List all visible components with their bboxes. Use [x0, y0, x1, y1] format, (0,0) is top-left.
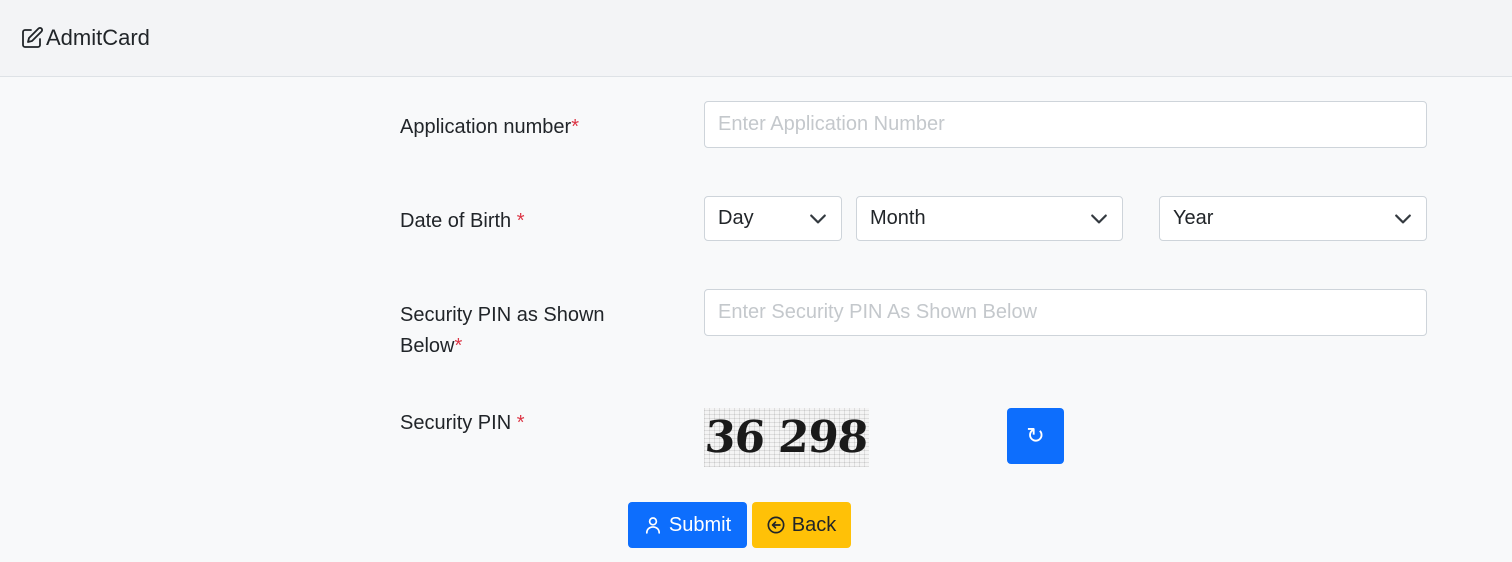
application-number-label: Application number* [400, 112, 660, 143]
required-mark: * [516, 412, 525, 434]
captcha-text: 36 298 [704, 412, 869, 463]
dob-day-select[interactable]: Day [704, 196, 842, 241]
required-mark: * [571, 116, 580, 138]
date-of-birth-label: Date of Birth * [400, 206, 660, 237]
security-pin-input[interactable] [704, 289, 1427, 336]
chevron-down-icon [1395, 214, 1411, 223]
security-pin-label: Security PIN * [400, 408, 660, 439]
submit-label: Submit [668, 513, 732, 536]
brand-title: AdmitCard [46, 25, 150, 50]
brand[interactable]: AdmitCard [20, 25, 150, 51]
captcha-image: 36 298 [704, 408, 869, 467]
required-mark: * [454, 335, 463, 357]
back-label: Back [791, 513, 837, 536]
dob-year-select[interactable]: Year [1159, 196, 1427, 241]
security-pin-label-line1: Security PIN as Shown [400, 304, 605, 326]
dob-year-value: Year [1173, 207, 1214, 229]
security-pin-label-line2: Below [400, 335, 455, 357]
required-mark: * [516, 210, 525, 232]
chevron-down-icon [810, 214, 826, 223]
application-number-label-text: Application number [400, 116, 572, 138]
security-pin-input-label: Security PIN as Shown Below* [400, 300, 660, 362]
application-number-input[interactable] [704, 101, 1427, 148]
chevron-down-icon [1091, 214, 1107, 223]
back-button[interactable]: Back [752, 502, 851, 548]
refresh-captcha-button[interactable]: ↻ [1007, 408, 1064, 464]
date-of-birth-label-text: Date of Birth [400, 210, 517, 232]
dob-day-value: Day [718, 207, 754, 229]
top-navbar: AdmitCard [0, 0, 1512, 77]
edit-icon [22, 27, 43, 48]
dob-month-value: Month [870, 207, 926, 229]
arrow-left-circle-icon [767, 516, 785, 534]
security-pin-label-text: Security PIN [400, 412, 517, 434]
refresh-icon: ↻ [1026, 423, 1045, 449]
dob-month-select[interactable]: Month [856, 196, 1123, 241]
user-icon [645, 517, 660, 534]
submit-button[interactable]: Submit [628, 502, 747, 548]
